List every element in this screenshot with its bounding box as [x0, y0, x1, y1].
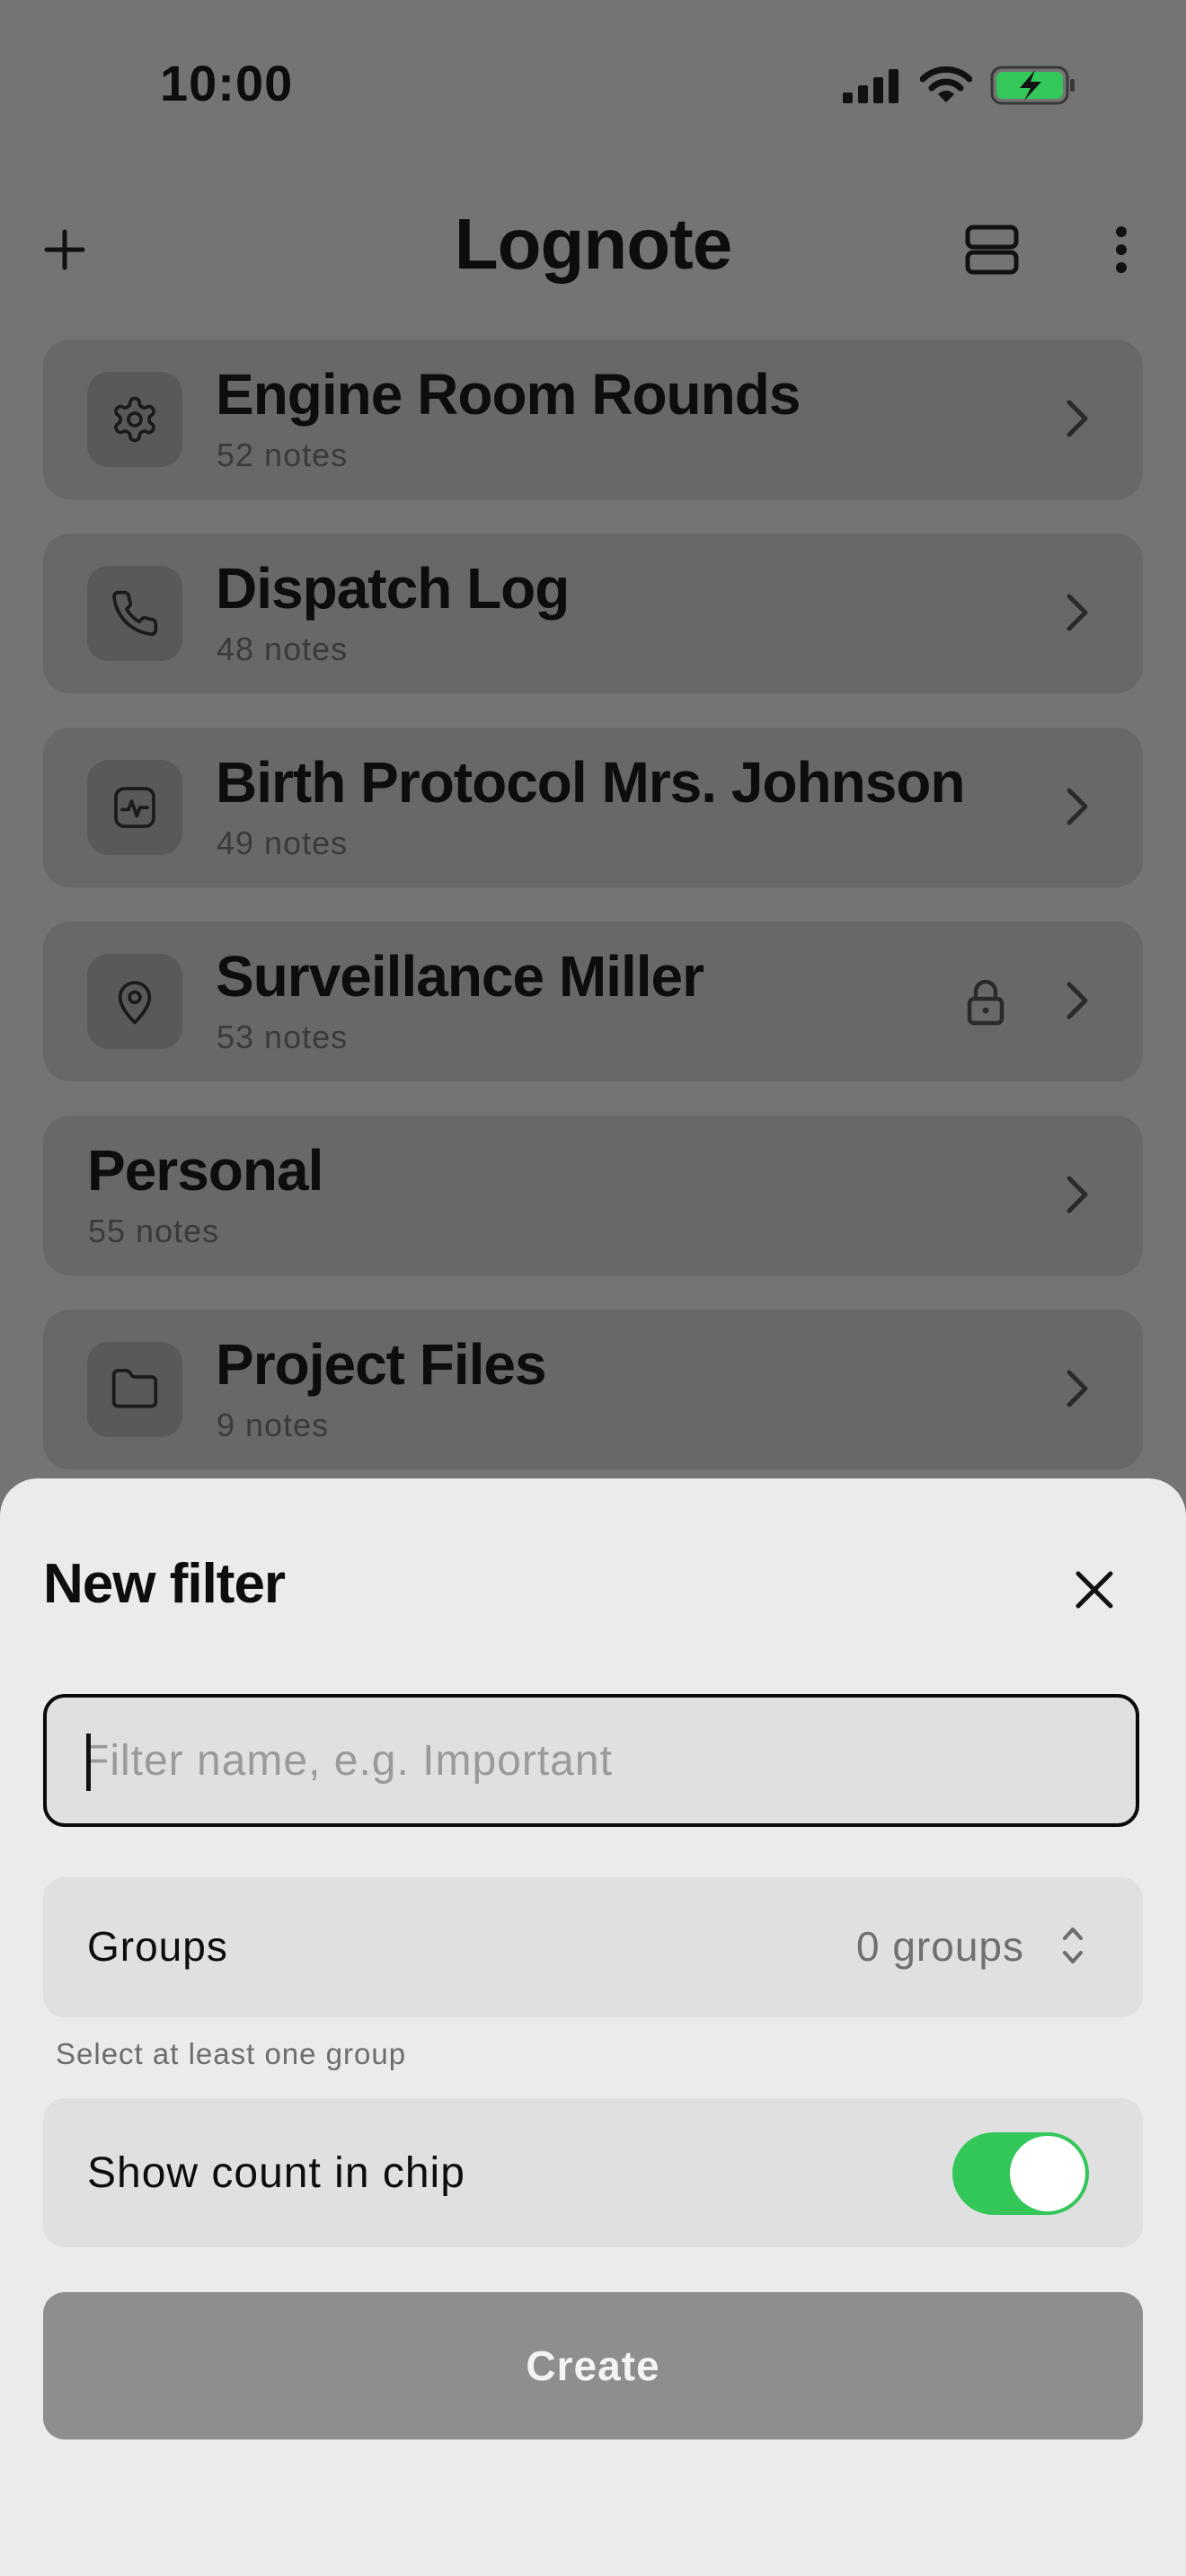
group-row-birth-protocol[interactable]: Birth Protocol Mrs. Johnson 49 notes — [43, 728, 1143, 887]
lock-icon — [967, 979, 1005, 1026]
group-note-count: 9 notes — [217, 1407, 330, 1443]
group-list: Engine Room Rounds 52 notes Dispatch Log… — [43, 340, 1143, 1504]
groups-picker[interactable]: Groups 0 groups — [43, 1877, 1143, 2017]
phone-icon — [112, 590, 158, 637]
group-row-project-files[interactable]: Project Files 9 notes — [43, 1310, 1143, 1469]
group-note-count: 52 notes — [217, 437, 349, 473]
new-filter-sheet: New filter Groups 0 groups Select at lea… — [0, 1478, 1186, 2576]
close-icon — [1075, 1571, 1113, 1609]
battery-charging-icon — [990, 66, 1075, 105]
show-count-label: Show count in chip — [87, 2149, 465, 2197]
status-icons — [841, 65, 1076, 106]
more-menu-button[interactable] — [1085, 214, 1157, 286]
group-icon-container — [87, 372, 182, 467]
app-header: Lognote — [0, 198, 1186, 305]
status-time: 10:00 — [160, 55, 294, 111]
filter-name-input[interactable] — [83, 1698, 1107, 1823]
gear-icon — [114, 396, 155, 443]
chevron-right-icon — [1067, 1176, 1088, 1213]
more-vertical-icon — [1116, 226, 1127, 273]
layout-toggle-button[interactable] — [956, 214, 1028, 286]
group-row-dispatch-log[interactable]: Dispatch Log 48 notes — [43, 534, 1143, 693]
chevron-right-icon — [1067, 1370, 1088, 1407]
group-name: Engine Room Rounds — [216, 362, 801, 427]
group-name: Dispatch Log — [216, 556, 570, 621]
group-note-count: 53 notes — [217, 1019, 349, 1055]
heartbeat-icon — [114, 787, 155, 828]
text-cursor — [86, 1734, 91, 1791]
group-icon-container — [87, 954, 182, 1049]
chevron-right-icon — [1067, 400, 1088, 437]
groups-value: 0 groups — [855, 1923, 1024, 1970]
groups-label: Groups — [87, 1923, 228, 1970]
group-note-count: 55 notes — [88, 1213, 220, 1249]
wifi-icon — [920, 66, 972, 102]
stacked-layout-icon — [965, 225, 1019, 275]
group-name: Project Files — [216, 1332, 547, 1397]
status-bar: 10:00 — [0, 0, 1186, 171]
group-note-count: 49 notes — [217, 825, 349, 861]
chevron-right-icon — [1067, 788, 1088, 825]
close-button[interactable] — [1066, 1561, 1123, 1619]
location-pin-icon — [118, 981, 152, 1025]
folder-icon — [111, 1369, 158, 1408]
group-note-count: 48 notes — [217, 631, 349, 667]
chevron-up-down-icon — [1063, 1928, 1083, 1963]
groups-helper-text: Select at least one group — [56, 2037, 407, 2070]
toggle-knob — [1010, 2136, 1085, 2211]
group-icon-container — [87, 1342, 182, 1437]
group-icon-container — [87, 566, 182, 661]
create-button[interactable]: Create — [43, 2292, 1143, 2439]
filter-name-field[interactable] — [43, 1694, 1139, 1827]
group-name: Birth Protocol Mrs. Johnson — [216, 750, 965, 815]
group-row-personal[interactable]: Personal 55 notes — [43, 1116, 1143, 1275]
chevron-right-icon — [1067, 594, 1088, 631]
chevron-right-icon — [1067, 982, 1088, 1019]
group-icon-container — [87, 760, 182, 855]
group-row-engine-room-rounds[interactable]: Engine Room Rounds 52 notes — [43, 340, 1143, 499]
show-count-toggle[interactable] — [952, 2132, 1089, 2215]
show-count-row: Show count in chip — [43, 2098, 1143, 2247]
group-name: Surveillance Miller — [216, 944, 704, 1009]
sheet-title: New filter — [43, 1553, 286, 1615]
cellular-signal-icon — [843, 69, 898, 103]
group-row-surveillance-miller[interactable]: Surveillance Miller 53 notes — [43, 922, 1143, 1081]
group-name: Personal — [87, 1138, 323, 1203]
